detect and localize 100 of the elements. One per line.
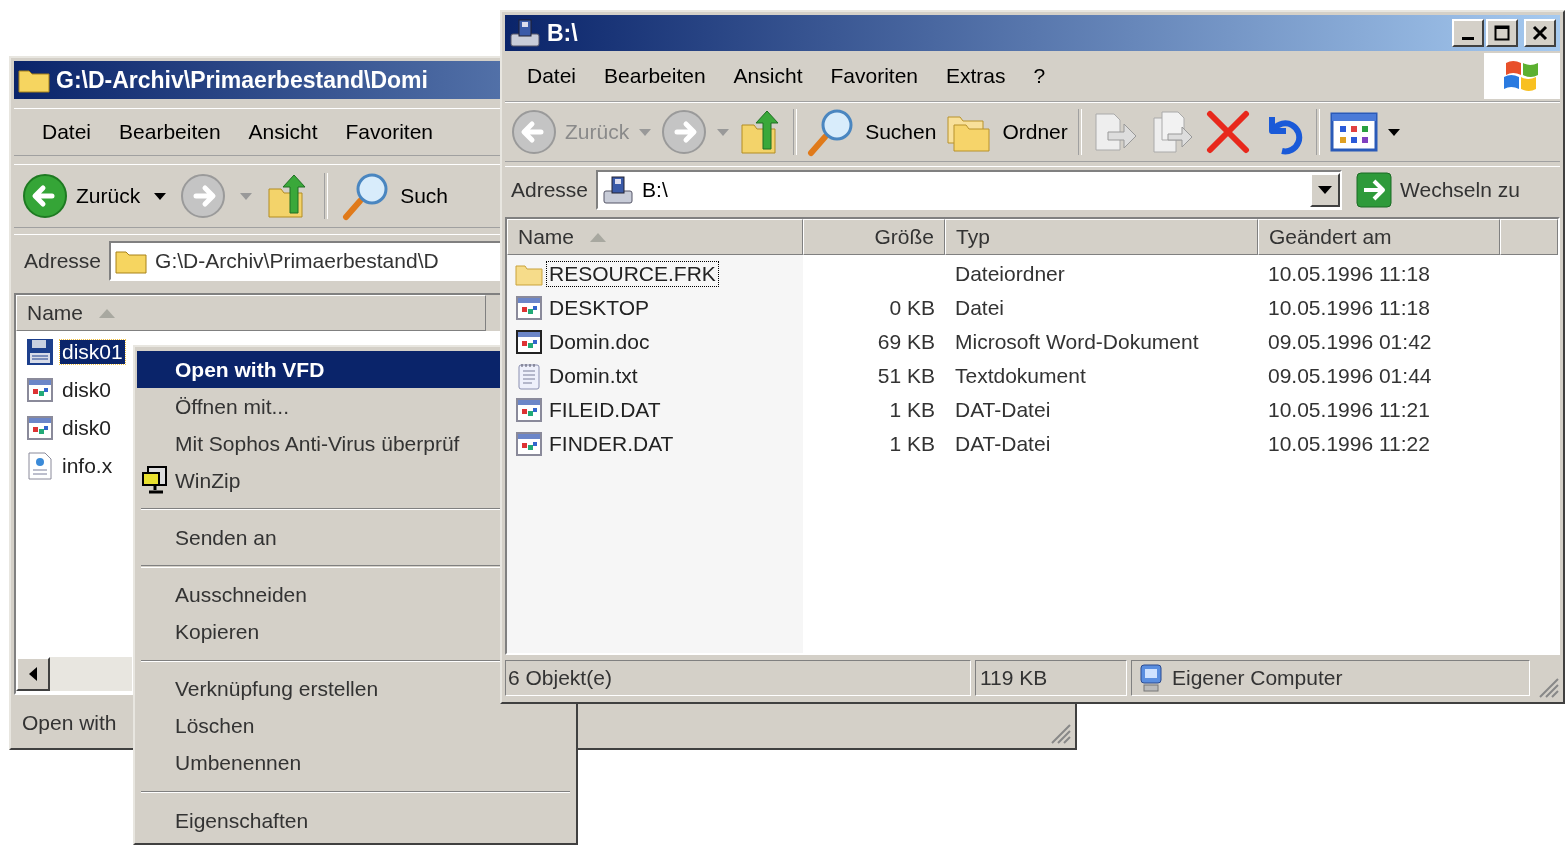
file-name[interactable]: RESOURCE.FRK bbox=[547, 262, 718, 286]
context-menu-item[interactable]: Umbenennen bbox=[137, 744, 500, 782]
modified-date: 10.05.1996 11:18 bbox=[1268, 262, 1430, 286]
file-name[interactable]: Domin.doc bbox=[547, 330, 652, 354]
caret-icon bbox=[717, 128, 730, 136]
menu-item[interactable]: ? bbox=[1019, 51, 1060, 101]
address-label: Adresse bbox=[24, 249, 102, 273]
status-object-count: 6 Objekt(e) bbox=[505, 660, 971, 696]
views-button[interactable] bbox=[1329, 112, 1378, 152]
file-type: Dateiordner bbox=[955, 262, 1065, 286]
file-size: 1 KB bbox=[889, 432, 935, 456]
context-menu-item[interactable]: Senden an bbox=[137, 519, 500, 557]
address-label: Adresse bbox=[511, 178, 589, 202]
modified-date: 09.05.1996 01:42 bbox=[1268, 330, 1432, 354]
delete-button[interactable] bbox=[1205, 110, 1250, 154]
drive-icon bbox=[602, 175, 635, 205]
maximize-icon bbox=[1494, 25, 1510, 41]
context-menu-item[interactable]: Eigenschaften bbox=[137, 802, 500, 839]
address-field[interactable]: B:\ bbox=[596, 170, 1343, 210]
context-menu-item[interactable]: Mit Sophos Anti-Virus überprüf bbox=[137, 425, 500, 462]
file-name[interactable]: disk0 bbox=[60, 378, 114, 402]
column-header[interactable]: Name bbox=[16, 295, 486, 331]
caret-icon bbox=[240, 192, 253, 200]
close-icon bbox=[1532, 25, 1548, 41]
window-title: G:\D-Archiv\Primaerbestand\Domi bbox=[56, 66, 428, 94]
file-size: 1 KB bbox=[889, 398, 935, 422]
file-type: DAT-Datei bbox=[955, 432, 1051, 456]
status-text: Open with bbox=[22, 711, 117, 735]
go-button[interactable]: Wechseln zu bbox=[1350, 172, 1526, 208]
column-header[interactable]: Name bbox=[507, 219, 803, 255]
program-file-icon bbox=[26, 414, 54, 442]
context-menu-item[interactable]: Öffnen mit... bbox=[137, 388, 500, 425]
file-size: 0 KB bbox=[889, 296, 935, 320]
search-button[interactable]: Such bbox=[342, 171, 449, 221]
horizontal-scrollbar[interactable] bbox=[16, 657, 132, 691]
file-type: Datei bbox=[955, 296, 1005, 320]
file-name[interactable]: FILEID.DAT bbox=[547, 398, 663, 422]
folder-icon bbox=[515, 262, 543, 286]
modified-date: 10.05.1996 11:22 bbox=[1268, 432, 1430, 456]
file-type: DAT-Datei bbox=[955, 398, 1051, 422]
caret-icon bbox=[154, 192, 167, 200]
folders-button[interactable]: Ordner bbox=[946, 111, 1068, 153]
web-file-icon bbox=[26, 452, 54, 480]
column-header[interactable]: Geändert am bbox=[1258, 219, 1500, 255]
close-button[interactable] bbox=[1524, 19, 1556, 47]
file-name[interactable]: info.x bbox=[60, 454, 115, 478]
program-file-icon bbox=[515, 430, 543, 458]
menu-item[interactable]: Datei bbox=[513, 51, 591, 101]
drive-icon bbox=[509, 18, 541, 48]
context-menu-item[interactable]: Löschen bbox=[137, 707, 500, 745]
search-button[interactable]: Suchen bbox=[807, 107, 937, 157]
delete-icon bbox=[1205, 110, 1250, 154]
caret-icon bbox=[1318, 186, 1333, 194]
address-field[interactable]: G:\D-Archiv\Primaerbestand\D bbox=[109, 241, 501, 281]
file-type: Textdokument bbox=[955, 364, 1086, 388]
column-header[interactable] bbox=[1500, 219, 1558, 255]
menu-item[interactable]: Favoriten bbox=[816, 51, 933, 101]
modified-date: 09.05.1996 01:44 bbox=[1268, 364, 1432, 388]
minimize-button[interactable] bbox=[1452, 19, 1484, 47]
modified-date: 10.05.1996 11:18 bbox=[1268, 296, 1430, 320]
file-name[interactable]: disk0 bbox=[60, 416, 114, 440]
caret-icon bbox=[639, 128, 652, 136]
minimize-icon bbox=[1462, 36, 1474, 40]
menu-item[interactable]: Bearbeiten bbox=[590, 51, 720, 101]
modified-date: 10.05.1996 11:21 bbox=[1268, 398, 1430, 422]
file-name[interactable]: disk01 bbox=[60, 340, 125, 364]
menu-item[interactable]: Ansicht bbox=[234, 109, 332, 155]
file-type: Microsoft Word-Dokument bbox=[955, 330, 1199, 354]
caret-icon bbox=[1387, 128, 1400, 136]
views-icon bbox=[1329, 112, 1378, 152]
window-title: B:\ bbox=[547, 19, 578, 47]
context-menu-item[interactable]: Ausschneiden bbox=[137, 576, 500, 614]
menu-item[interactable]: Favoriten bbox=[331, 109, 448, 155]
dropdown-button[interactable] bbox=[1310, 173, 1341, 207]
column-header[interactable]: Größe bbox=[803, 219, 945, 255]
menu-item[interactable]: Extras bbox=[932, 51, 1020, 101]
back-button[interactable]: Zurück bbox=[22, 173, 141, 219]
menu-item[interactable]: Ansicht bbox=[719, 51, 817, 101]
computer-icon bbox=[1138, 663, 1164, 693]
file-size: 69 KB bbox=[877, 330, 935, 354]
menu-item[interactable]: Datei bbox=[28, 109, 106, 155]
maximize-button[interactable] bbox=[1486, 19, 1518, 47]
menu-item[interactable]: Bearbeiten bbox=[105, 109, 235, 155]
file-name[interactable]: Domin.txt bbox=[547, 364, 640, 388]
status-zone: Eigener Computer bbox=[1172, 666, 1343, 690]
folder-icon bbox=[18, 67, 50, 93]
program-file-icon bbox=[26, 376, 54, 404]
file-name[interactable]: FINDER.DAT bbox=[547, 432, 676, 456]
scroll-left-button[interactable] bbox=[16, 657, 50, 691]
context-menu-item[interactable]: WinZip bbox=[137, 462, 500, 499]
program-file-icon bbox=[515, 396, 543, 424]
context-menu-item[interactable]: Kopieren bbox=[137, 613, 500, 651]
file-name[interactable]: DESKTOP bbox=[547, 296, 651, 320]
left-arrow-icon bbox=[29, 667, 37, 681]
document-file-icon bbox=[515, 328, 543, 356]
column-header[interactable]: Typ bbox=[945, 219, 1258, 255]
context-menu-item[interactable]: Open with VFD bbox=[137, 351, 500, 388]
context-menu-item[interactable]: Verknüpfung erstellen bbox=[137, 670, 500, 708]
folder-icon bbox=[115, 248, 148, 274]
file-size: 51 KB bbox=[877, 364, 935, 388]
